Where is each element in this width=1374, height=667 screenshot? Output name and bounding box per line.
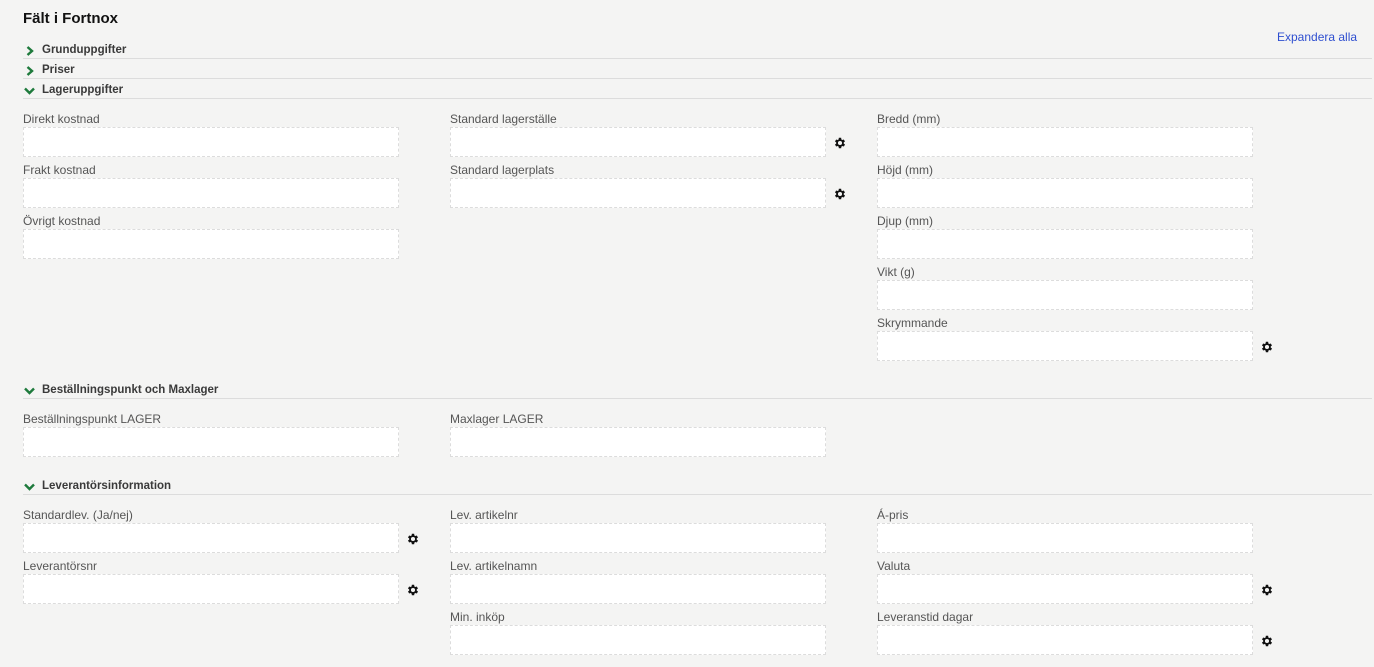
- section-label: Lageruppgifter: [42, 84, 124, 96]
- djup-input[interactable]: [877, 229, 1253, 259]
- standard-lagerstalle-input[interactable]: [450, 127, 826, 157]
- field-label-frakt-kostnad: Frakt kostnad: [23, 163, 96, 177]
- field-label-maxlager-lager: Maxlager LAGER: [450, 412, 544, 426]
- field-label-djup: Djup (mm): [877, 214, 933, 228]
- bestallningspunkt-lager-input[interactable]: [23, 427, 399, 457]
- field-label-ovrigt-kostnad: Övrigt kostnad: [23, 214, 101, 228]
- vikt-input[interactable]: [877, 280, 1253, 310]
- lev-artikelnr-input[interactable]: [450, 523, 826, 553]
- ovrigt-kostnad-input[interactable]: [23, 229, 399, 259]
- field-label-hojd: Höjd (mm): [877, 163, 933, 177]
- valuta-input[interactable]: [877, 574, 1253, 604]
- gear-icon[interactable]: [406, 583, 420, 597]
- standardlev-input[interactable]: [23, 523, 399, 553]
- direkt-kostnad-input[interactable]: [23, 127, 399, 157]
- section-header-priser[interactable]: Priser: [23, 64, 1372, 79]
- gear-icon[interactable]: [833, 136, 847, 150]
- field-label-standard-lagerstalle: Standard lagerställe: [450, 112, 557, 126]
- field-label-a-pris: Á-pris: [877, 508, 909, 522]
- field-label-leverantorsnr: Leverantörsnr: [23, 559, 98, 573]
- section-header-bestallningspunkt[interactable]: Beställningspunkt och Maxlager: [23, 384, 1372, 399]
- section-label: Beställningspunkt och Maxlager: [42, 384, 219, 396]
- field-label-bestallningspunkt-lager: Beställningspunkt LAGER: [23, 412, 162, 426]
- chevron-right-icon: [23, 44, 36, 57]
- leverantorsnr-input[interactable]: [23, 574, 399, 604]
- gear-icon[interactable]: [1260, 583, 1274, 597]
- bredd-input[interactable]: [877, 127, 1253, 157]
- chevron-down-icon: [23, 84, 36, 97]
- a-pris-input[interactable]: [877, 523, 1253, 553]
- page-title: Fält i Fortnox: [23, 10, 118, 27]
- field-label-vikt: Vikt (g): [877, 265, 915, 279]
- min-inkop-input[interactable]: [450, 625, 826, 655]
- section-label: Priser: [42, 64, 75, 76]
- field-label-lev-artikelnamn: Lev. artikelnamn: [450, 559, 538, 573]
- field-label-min-inkop: Min. inköp: [450, 610, 505, 624]
- field-label-lev-artikelnr: Lev. artikelnr: [450, 508, 518, 522]
- gear-icon[interactable]: [1260, 634, 1274, 648]
- standard-lagerplats-input[interactable]: [450, 178, 826, 208]
- chevron-down-icon: [23, 384, 36, 397]
- gear-icon[interactable]: [833, 187, 847, 201]
- maxlager-lager-input[interactable]: [450, 427, 826, 457]
- section-header-lageruppgifter[interactable]: Lageruppgifter: [23, 84, 1372, 99]
- gear-icon[interactable]: [406, 532, 420, 546]
- field-label-direkt-kostnad: Direkt kostnad: [23, 112, 100, 126]
- lev-artikelnamn-input[interactable]: [450, 574, 826, 604]
- field-label-standard-lagerplats: Standard lagerplats: [450, 163, 555, 177]
- hojd-input[interactable]: [877, 178, 1253, 208]
- skrymmande-input[interactable]: [877, 331, 1253, 361]
- expand-all-link[interactable]: Expandera alla: [1277, 30, 1357, 44]
- field-label-bredd: Bredd (mm): [877, 112, 941, 126]
- chevron-down-icon: [23, 480, 36, 493]
- gear-icon[interactable]: [1260, 340, 1274, 354]
- field-label-leveranstid-dagar: Leveranstid dagar: [877, 610, 974, 624]
- frakt-kostnad-input[interactable]: [23, 178, 399, 208]
- section-label: Leverantörsinformation: [42, 480, 172, 492]
- chevron-right-icon: [23, 64, 36, 77]
- section-header-leverantorsinformation[interactable]: Leverantörsinformation: [23, 480, 1372, 495]
- field-label-skrymmande: Skrymmande: [877, 316, 948, 330]
- field-label-valuta: Valuta: [877, 559, 911, 573]
- section-label: Grunduppgifter: [42, 44, 127, 56]
- section-header-grunduppgifter[interactable]: Grunduppgifter: [23, 44, 1372, 59]
- leveranstid-dagar-input[interactable]: [877, 625, 1253, 655]
- field-label-standardlev: Standardlev. (Ja/nej): [23, 508, 133, 522]
